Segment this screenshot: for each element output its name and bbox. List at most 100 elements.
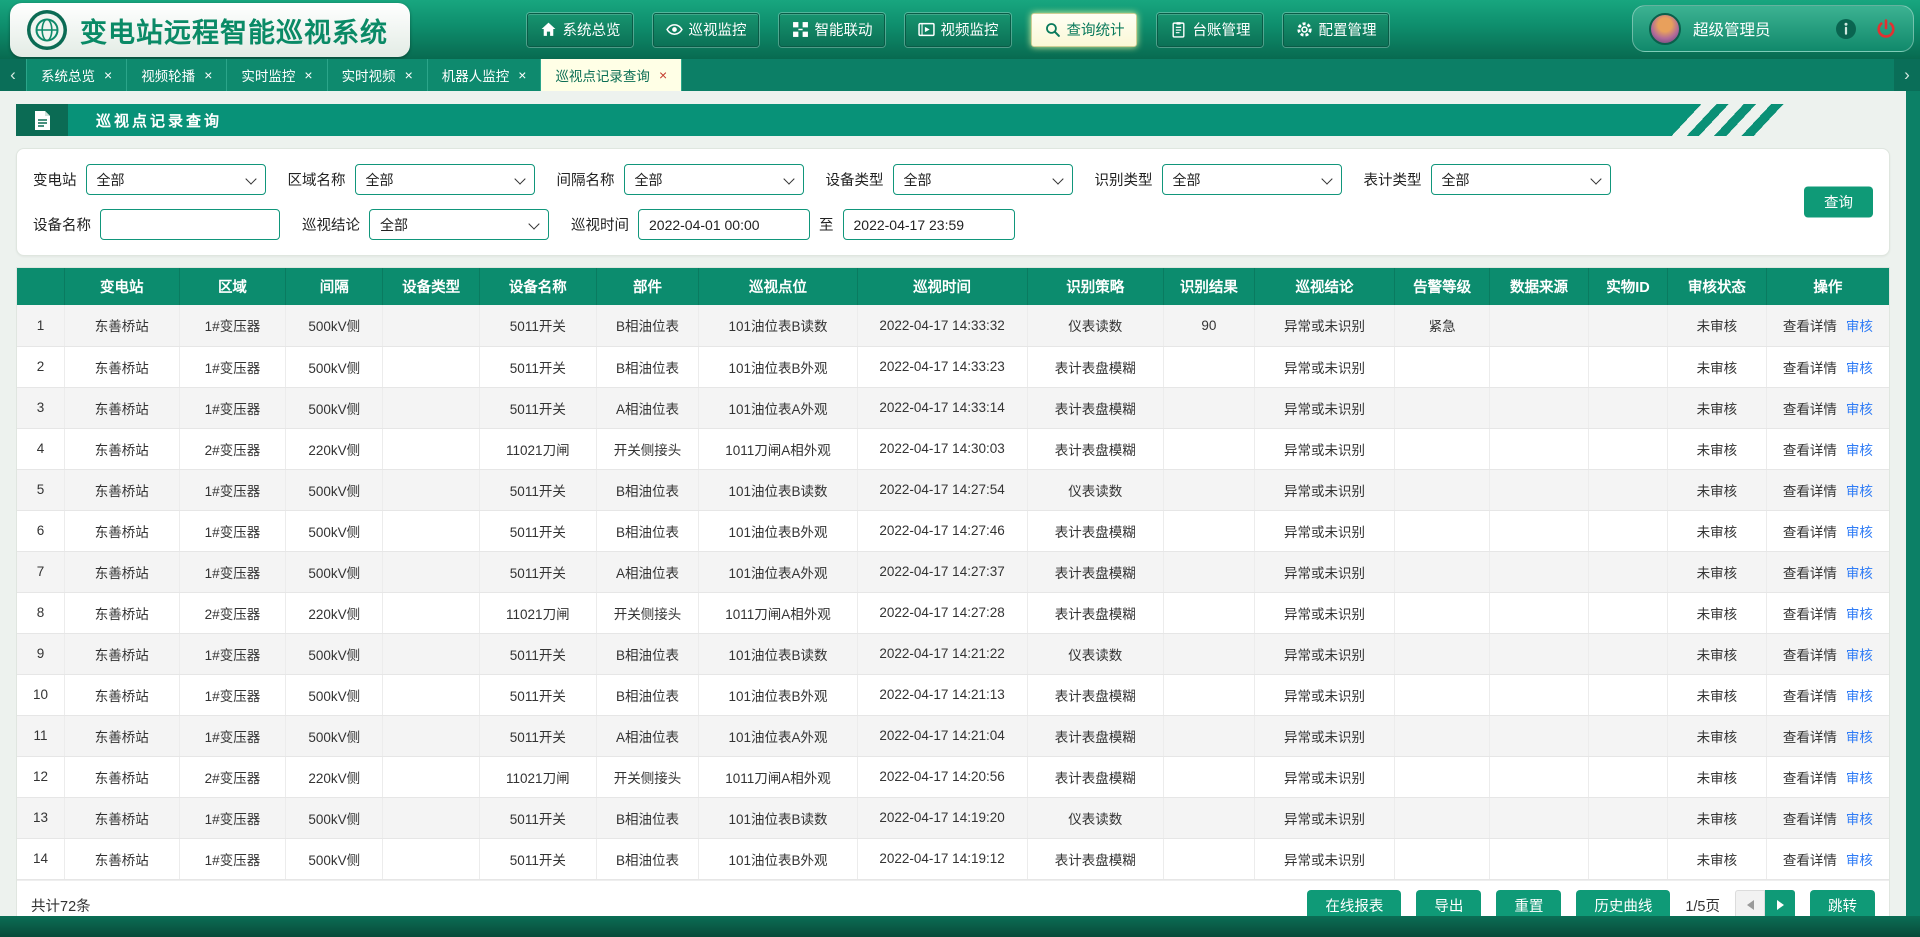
filter-label: 区域名称 <box>288 169 346 190</box>
nav-button-video[interactable]: 视频监控 <box>905 13 1011 47</box>
table-cell: 5011开关 <box>480 633 597 674</box>
filter-bay-name-select[interactable]: 全部 <box>624 164 804 195</box>
table-cell <box>1395 715 1490 756</box>
audit-link[interactable]: 审核 <box>1846 484 1873 499</box>
view-detail-link[interactable]: 查看详情 <box>1783 319 1837 334</box>
nav-button-eye[interactable]: 巡视监控 <box>653 13 759 47</box>
table-cell: 异常或未识别 <box>1254 838 1394 879</box>
right-edge-strip <box>1906 91 1920 916</box>
audit-link[interactable]: 审核 <box>1846 689 1873 704</box>
nav-button-search[interactable]: 查询统计 <box>1031 13 1137 47</box>
audit-link[interactable]: 审核 <box>1846 771 1873 786</box>
table-cell <box>383 633 480 674</box>
nav-button-ledger[interactable]: 台账管理 <box>1157 13 1263 47</box>
audit-link[interactable]: 审核 <box>1846 607 1873 622</box>
tab-6[interactable]: 巡视点记录查询× <box>541 59 682 91</box>
table-cell: 500kV侧 <box>286 305 383 346</box>
table-cell: 2022-04-17 14:19:12 <box>857 838 1027 879</box>
table-cell: 11021刀闸 <box>480 756 597 797</box>
audit-link[interactable]: 审核 <box>1846 402 1873 417</box>
view-detail-link[interactable]: 查看详情 <box>1783 443 1837 458</box>
view-detail-link[interactable]: 查看详情 <box>1783 771 1837 786</box>
view-detail-link[interactable]: 查看详情 <box>1783 648 1837 663</box>
tab-close-icon[interactable]: × <box>659 68 667 82</box>
audit-link[interactable]: 审核 <box>1846 525 1873 540</box>
document-icon <box>16 104 68 136</box>
view-detail-link[interactable]: 查看详情 <box>1783 607 1837 622</box>
table-cell: 101油位表B读数 <box>699 633 857 674</box>
filter-panel: 变电站全部区域名称全部间隔名称全部设备类型全部识别类型全部表计类型全部 设备名称… <box>16 148 1890 256</box>
tab-scroll-left-icon[interactable]: ‹ <box>0 59 26 91</box>
table-header-cell: 变电站 <box>64 268 179 305</box>
tab-close-icon[interactable]: × <box>104 68 112 82</box>
view-detail-link[interactable]: 查看详情 <box>1783 730 1837 745</box>
table-header-cell: 设备名称 <box>480 268 597 305</box>
table-cell <box>383 305 480 346</box>
audit-link[interactable]: 审核 <box>1846 319 1873 334</box>
filter-area-name-select[interactable]: 全部 <box>355 164 535 195</box>
tab-close-icon[interactable]: × <box>204 68 212 82</box>
info-icon[interactable] <box>1835 18 1857 40</box>
table-cell <box>383 838 480 879</box>
view-detail-link[interactable]: 查看详情 <box>1783 361 1837 376</box>
audit-link[interactable]: 审核 <box>1846 648 1873 663</box>
table-cell: 1#变压器 <box>179 838 286 879</box>
view-detail-link[interactable]: 查看详情 <box>1783 689 1837 704</box>
app-title: 变电站远程智能巡视系统 <box>80 11 388 50</box>
audit-link[interactable]: 审核 <box>1846 812 1873 827</box>
audit-link[interactable]: 审核 <box>1846 566 1873 581</box>
tab-4[interactable]: 实时视频× <box>328 59 428 91</box>
power-icon[interactable] <box>1875 18 1897 40</box>
search-button[interactable]: 查询 <box>1804 187 1873 218</box>
nav-button-link[interactable]: 智能联动 <box>779 13 885 47</box>
tab-close-icon[interactable]: × <box>304 68 312 82</box>
nav-button-gear[interactable]: 配置管理 <box>1283 13 1389 47</box>
table-cell <box>1163 633 1254 674</box>
device-name-input[interactable] <box>100 209 280 240</box>
audit-link[interactable]: 审核 <box>1846 443 1873 458</box>
tab-close-icon[interactable]: × <box>518 68 526 82</box>
view-detail-link[interactable]: 查看详情 <box>1783 402 1837 417</box>
tab-5[interactable]: 机器人监控× <box>428 59 542 91</box>
filter-conclusion-select[interactable]: 全部 <box>369 209 549 240</box>
table-cell: 5011开关 <box>480 797 597 838</box>
view-detail-link[interactable]: 查看详情 <box>1783 812 1837 827</box>
filter-meter-type-select[interactable]: 全部 <box>1431 164 1611 195</box>
table-cell <box>1490 510 1589 551</box>
tab-2[interactable]: 视频轮播× <box>127 59 227 91</box>
view-detail-link[interactable]: 查看详情 <box>1783 566 1837 581</box>
view-detail-link[interactable]: 查看详情 <box>1783 853 1837 868</box>
filter-device-type-select[interactable]: 全部 <box>893 164 1073 195</box>
tab-3[interactable]: 实时监控× <box>227 59 327 91</box>
audit-link[interactable]: 审核 <box>1846 853 1873 868</box>
table-cell: 表计表盘模糊 <box>1027 592 1163 633</box>
tab-scroll-right-icon[interactable]: › <box>1894 59 1920 91</box>
time-to-input[interactable] <box>843 209 1015 240</box>
table-cell <box>383 428 480 469</box>
filter-substation-select[interactable]: 全部 <box>86 164 266 195</box>
table-cell: 2022-04-17 14:33:23 <box>857 346 1027 387</box>
time-from-input[interactable] <box>638 209 810 240</box>
view-detail-link[interactable]: 查看详情 <box>1783 525 1837 540</box>
table-cell: 开关侧接头 <box>596 428 699 469</box>
table-cell: 101油位表A外观 <box>699 715 857 756</box>
table-cell: 未审核 <box>1667 715 1766 756</box>
tab-1[interactable]: 系统总览× <box>26 59 127 91</box>
nav-button-home[interactable]: 系统总览 <box>527 13 633 47</box>
table-cell: 2022-04-17 14:30:03 <box>857 428 1027 469</box>
view-detail-link[interactable]: 查看详情 <box>1783 484 1837 499</box>
table-cell <box>1395 551 1490 592</box>
operation-cell: 查看详情审核 <box>1766 797 1889 838</box>
table-cell: 异常或未识别 <box>1254 551 1394 592</box>
avatar[interactable] <box>1649 13 1681 45</box>
table-cell <box>1490 592 1589 633</box>
audit-link[interactable]: 审核 <box>1846 361 1873 376</box>
table-cell: 表计表盘模糊 <box>1027 346 1163 387</box>
table-header-cell: 数据来源 <box>1490 268 1589 305</box>
table-cell: 2022-04-17 14:21:04 <box>857 715 1027 756</box>
filter-recognition-type-select[interactable]: 全部 <box>1162 164 1342 195</box>
table-cell: 500kV侧 <box>286 797 383 838</box>
audit-link[interactable]: 审核 <box>1846 730 1873 745</box>
table-cell: 8 <box>17 592 64 633</box>
tab-close-icon[interactable]: × <box>405 68 413 82</box>
